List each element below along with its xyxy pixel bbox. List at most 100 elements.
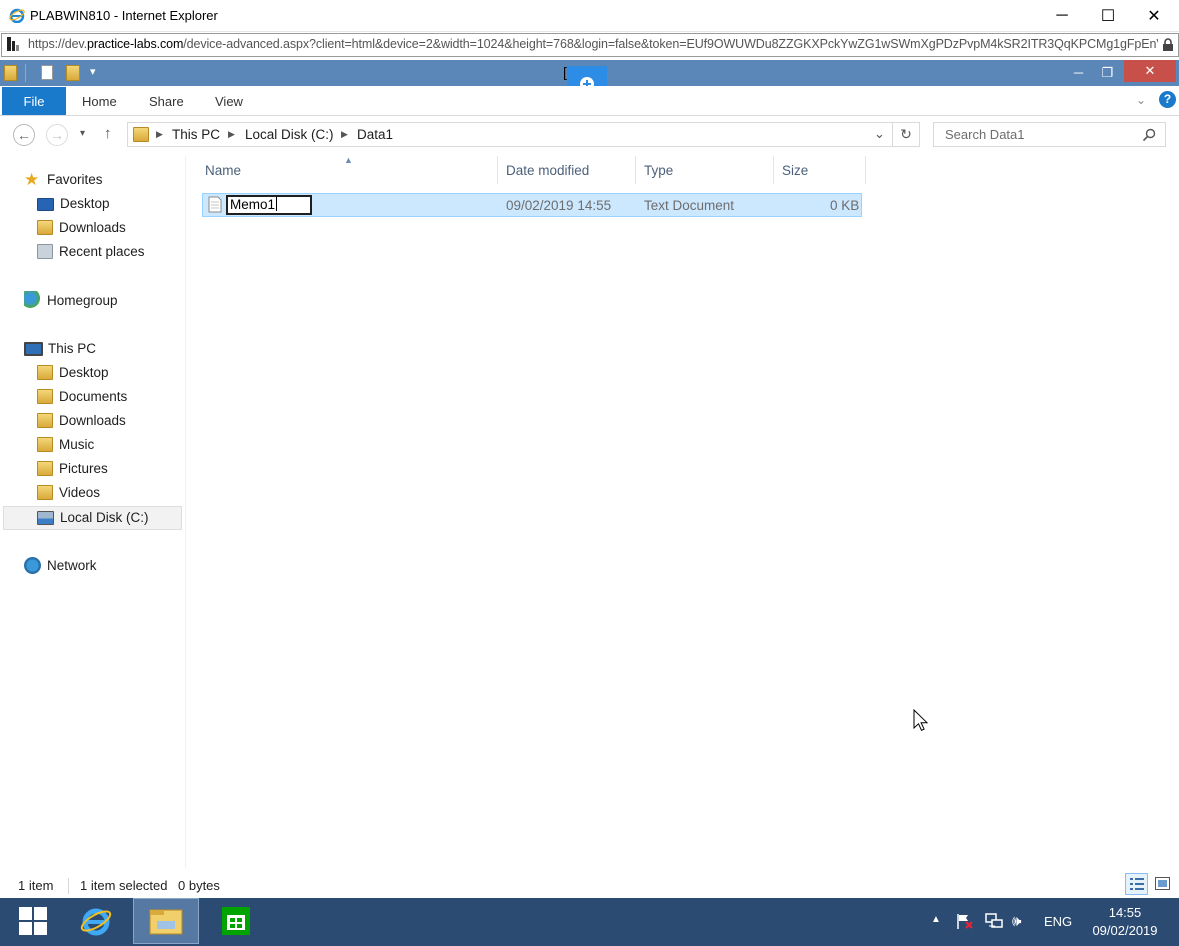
back-arrow-icon: ← [17, 127, 31, 143]
browser-title: PLABWIN810 - Internet Explorer [30, 8, 218, 23]
text-document-icon [208, 196, 222, 213]
taskbar-file-explorer[interactable] [133, 898, 199, 944]
show-hidden-icons[interactable]: ▲ [931, 914, 941, 925]
close-button[interactable]: ✕ [1131, 0, 1177, 31]
network-icon [24, 557, 41, 574]
sort-ascending-icon: ▲ [344, 155, 353, 165]
explorer-minimize-button[interactable]: ─ [1066, 61, 1091, 85]
music-folder-icon [37, 437, 53, 452]
recent-locations-icon[interactable]: ▾ [80, 128, 85, 139]
status-selected: 1 item selected [80, 878, 168, 893]
customize-toolbar-icon[interactable]: ▾ [90, 65, 96, 78]
clock[interactable]: 14:55 09/02/2019 [1085, 904, 1165, 940]
nav-pc-localdisk[interactable]: Local Disk (C:) [37, 507, 149, 529]
minimize-button[interactable]: ─ [1039, 0, 1085, 31]
volume-icon[interactable]: 🕪 [1012, 913, 1021, 930]
column-header-size[interactable]: Size [782, 163, 808, 178]
details-view-icon [1130, 878, 1144, 890]
downloads-folder-icon [37, 220, 53, 235]
status-bar [0, 872, 1179, 898]
status-item-count: 1 item [18, 878, 54, 893]
nav-fav-desktop[interactable]: Desktop [37, 193, 110, 215]
start-button[interactable] [0, 898, 66, 944]
details-view-button[interactable] [1125, 873, 1148, 895]
explorer-close-button[interactable]: ✕ [1124, 60, 1176, 82]
pictures-folder-icon [37, 461, 53, 476]
column-header-date[interactable]: Date modified [506, 163, 589, 178]
maximize-icon: ☐ [1100, 7, 1116, 25]
computer-icon [24, 342, 43, 356]
site-favicon-icon [7, 37, 19, 51]
minimize-icon: ─ [1056, 6, 1068, 24]
tab-file[interactable]: File [2, 87, 66, 115]
chevron-right-icon: ▶ [341, 129, 348, 139]
internet-explorer-icon [80, 908, 112, 936]
breadcrumb-data1[interactable]: Data1 [357, 127, 393, 142]
nav-pc-downloads[interactable]: Downloads [37, 410, 126, 432]
help-icon[interactable]: ? [1159, 91, 1176, 108]
tab-view[interactable]: View [215, 86, 243, 115]
explorer-restore-button[interactable]: ❐ [1095, 61, 1120, 85]
address-dropdown-icon[interactable]: ⌄ [874, 126, 885, 142]
star-icon: ★ [24, 170, 40, 189]
new-folder-icon[interactable] [66, 65, 80, 81]
search-placeholder: Search Data1 [945, 127, 1025, 142]
network-tray-icon[interactable] [985, 913, 1003, 933]
nav-pc-videos[interactable]: Videos [37, 482, 100, 504]
folder-icon [133, 127, 149, 142]
nav-pc-music[interactable]: Music [37, 434, 94, 456]
nav-thispc[interactable]: This PC [24, 338, 96, 360]
nav-pc-documents[interactable]: Documents [37, 386, 127, 408]
breadcrumb-localdisk[interactable]: Local Disk (C:) [245, 127, 334, 142]
nav-pc-pictures[interactable]: Pictures [37, 458, 108, 480]
documents-folder-icon [37, 389, 53, 404]
expand-ribbon-icon[interactable]: ⌄ [1136, 93, 1146, 107]
forward-arrow-icon: → [50, 127, 64, 143]
tab-home[interactable]: Home [82, 86, 117, 115]
store-icon [222, 907, 250, 935]
input-language[interactable]: ENG [1044, 914, 1072, 929]
column-header-type[interactable]: Type [644, 163, 673, 178]
homegroup-icon [24, 291, 42, 309]
up-arrow-icon[interactable]: ↑ [104, 125, 112, 142]
nav-pc-desktop[interactable]: Desktop [37, 362, 109, 384]
forward-button[interactable]: → [46, 124, 68, 146]
nav-fav-downloads[interactable]: Downloads [37, 217, 126, 239]
nav-network[interactable]: Network [24, 555, 97, 577]
file-explorer-icon [149, 909, 183, 935]
breadcrumb-thispc[interactable]: This PC [172, 127, 220, 142]
nav-fav-recent[interactable]: Recent places [37, 241, 145, 263]
chevron-right-icon: ▶ [156, 129, 163, 139]
chevron-right-icon: ▶ [228, 129, 235, 139]
file-date: 09/02/2019 14:55 [506, 198, 612, 213]
url-text: https://dev.practice-labs.com/device-adv… [28, 37, 1158, 51]
windows-logo-icon [19, 907, 47, 935]
folder-icon [4, 65, 17, 81]
ribbon-tabs: Home Share View ⌄ ? [0, 86, 1179, 116]
desktop-icon [37, 198, 54, 211]
nav-homegroup[interactable]: Homegroup [24, 290, 118, 312]
properties-icon[interactable] [41, 65, 53, 80]
downloads-folder-icon [37, 413, 53, 428]
rename-input[interactable]: Memo1 [226, 195, 312, 215]
nav-favorites[interactable]: ★ Favorites [24, 169, 103, 191]
taskbar-internet-explorer[interactable] [63, 898, 129, 944]
internet-explorer-icon [9, 8, 25, 23]
column-header-name[interactable]: Name [205, 163, 241, 178]
action-center-icon[interactable] [956, 913, 974, 932]
taskbar-store[interactable] [203, 898, 269, 944]
address-bar[interactable]: https://dev.practice-labs.com/device-adv… [1, 33, 1179, 57]
videos-folder-icon [37, 485, 53, 500]
recent-places-icon [37, 244, 53, 259]
refresh-icon: ↻ [900, 126, 912, 142]
search-box[interactable]: Search Data1 [933, 122, 1166, 147]
desktop-folder-icon [37, 365, 53, 380]
large-icons-view-button[interactable] [1151, 873, 1174, 895]
file-type: Text Document [644, 198, 735, 213]
maximize-button[interactable]: ☐ [1085, 0, 1131, 31]
tab-share[interactable]: Share [149, 86, 184, 115]
breadcrumb[interactable]: ▶ This PC ▶ Local Disk (C:) ▶ Data1 ⌄ [127, 122, 893, 147]
refresh-button[interactable]: ↻ [893, 122, 920, 147]
back-button[interactable]: ← [13, 124, 35, 146]
mouse-cursor-icon [913, 709, 929, 731]
